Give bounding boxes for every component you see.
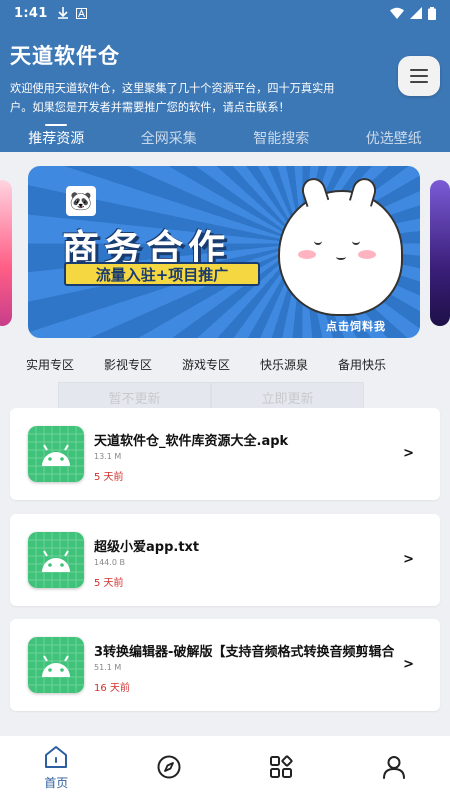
download-icon [57, 7, 68, 19]
tab-wallpapers[interactable]: 优选壁纸 [338, 128, 450, 152]
file-size: 13.1 M [94, 452, 122, 461]
notification-icons [57, 7, 87, 19]
chevron-right-icon: > [403, 552, 414, 567]
category-backup-fun[interactable]: 备用快乐 [323, 356, 401, 378]
cat-illustration [278, 174, 403, 316]
banner-business[interactable]: 🐼 商务合作 流量入驻+项目推广 点击饲料我 [28, 166, 420, 338]
file-name: 3转换编辑器-破解版【支持音频格式转换音频剪辑合 [94, 645, 394, 660]
wifi-icon [390, 7, 404, 19]
file-time: 5 天前 [94, 472, 124, 483]
list-item[interactable]: 超级小爱app.txt 144.0 B 5 天前 > [10, 514, 440, 606]
carousel-prev-card[interactable] [0, 180, 12, 326]
tab-smart-search[interactable]: 智能搜索 [225, 128, 338, 152]
list-item[interactable]: 3转换编辑器-破解版【支持音频格式转换音频剪辑合 51.1 M 16 天前 > [10, 619, 440, 711]
menu-icon-bar [410, 81, 428, 83]
battery-icon [428, 6, 436, 20]
user-icon [382, 756, 405, 779]
header: 1:41 天道软件仓 欢迎使用天道软件仓，这里聚集了几十个资源平台，四十万真实用… [0, 0, 450, 152]
tab-recommended[interactable]: 推荐资源 [0, 124, 113, 152]
file-time: 16 天前 [94, 683, 130, 694]
chevron-right-icon: > [403, 446, 414, 461]
signal-icon [410, 7, 422, 19]
tab-label: 智能搜索 [253, 131, 310, 147]
top-tabs: 推荐资源 全网采集 智能搜索 优选壁纸 [0, 124, 450, 152]
cat-ear [348, 175, 380, 207]
banner-carousel[interactable]: 🐼 商务合作 流量入驻+项目推广 点击饲料我 [0, 166, 450, 341]
cat-eye [314, 240, 322, 245]
category-games[interactable]: 游戏专区 [167, 356, 245, 378]
cat-ear [298, 174, 330, 208]
tab-web-collect[interactable]: 全网采集 [113, 128, 226, 152]
file-name: 超级小爱app.txt [94, 540, 200, 555]
status-time: 1:41 [14, 5, 48, 21]
menu-icon-bar [410, 75, 428, 77]
welcome-text: 欢迎使用天道软件仓，这里聚集了几十个资源平台，四十万真实用 户。如果您是开发者并… [10, 79, 350, 117]
cat-eye [352, 240, 360, 245]
cat-mouth [336, 254, 346, 260]
android-icon [28, 426, 84, 482]
file-size: 144.0 B [94, 558, 125, 567]
nav-home[interactable]: 首页 [0, 736, 113, 800]
banner-cta: 点击饲料我 [326, 320, 386, 333]
panda-logo-icon: 🐼 [66, 186, 96, 216]
tab-label: 优选壁纸 [365, 131, 422, 147]
status-bar: 1:41 [0, 0, 450, 26]
nav-apps[interactable] [225, 736, 338, 800]
carousel-next-card[interactable] [430, 180, 450, 326]
menu-button[interactable] [398, 56, 440, 96]
compass-icon [157, 755, 181, 779]
tab-label: 推荐资源 [28, 131, 85, 147]
tab-active-indicator [45, 124, 68, 126]
android-icon [28, 532, 84, 588]
nav-discover[interactable] [113, 736, 226, 800]
android-icon [28, 637, 84, 693]
nav-profile[interactable] [338, 736, 450, 800]
file-time: 5 天前 [94, 578, 124, 589]
tab-label: 全网采集 [140, 131, 197, 147]
welcome-line-1: 欢迎使用天道软件仓，这里聚集了几十个资源平台，四十万真实用 [10, 82, 335, 95]
list-item[interactable]: 天道软件仓_软件库资源大全.apk 13.1 M 5 天前 > [10, 408, 440, 500]
bottom-nav: 首页 [0, 736, 450, 800]
category-bar: 实用专区 影视专区 游戏专区 快乐源泉 备用快乐 [0, 356, 450, 378]
cat-blush [358, 250, 376, 259]
menu-icon-bar [410, 69, 428, 71]
file-name: 天道软件仓_软件库资源大全.apk [94, 434, 289, 449]
a-icon [75, 7, 87, 19]
category-fun[interactable]: 快乐源泉 [245, 356, 323, 378]
file-size: 51.1 M [94, 663, 122, 672]
cat-blush [298, 250, 316, 259]
welcome-line-2[interactable]: 户。如果您是开发者并需要推广您的软件，请点击联系！ [10, 98, 350, 117]
category-practical[interactable]: 实用专区 [11, 356, 89, 378]
chevron-right-icon: > [403, 657, 414, 672]
apps-icon [270, 755, 293, 778]
banner-strip: 流量入驻+项目推广 [64, 262, 260, 286]
nav-label: 首页 [44, 776, 69, 790]
status-right-icons [390, 6, 436, 20]
home-icon [45, 746, 68, 768]
app-title: 天道软件仓 [10, 44, 120, 68]
category-video[interactable]: 影视专区 [89, 356, 167, 378]
